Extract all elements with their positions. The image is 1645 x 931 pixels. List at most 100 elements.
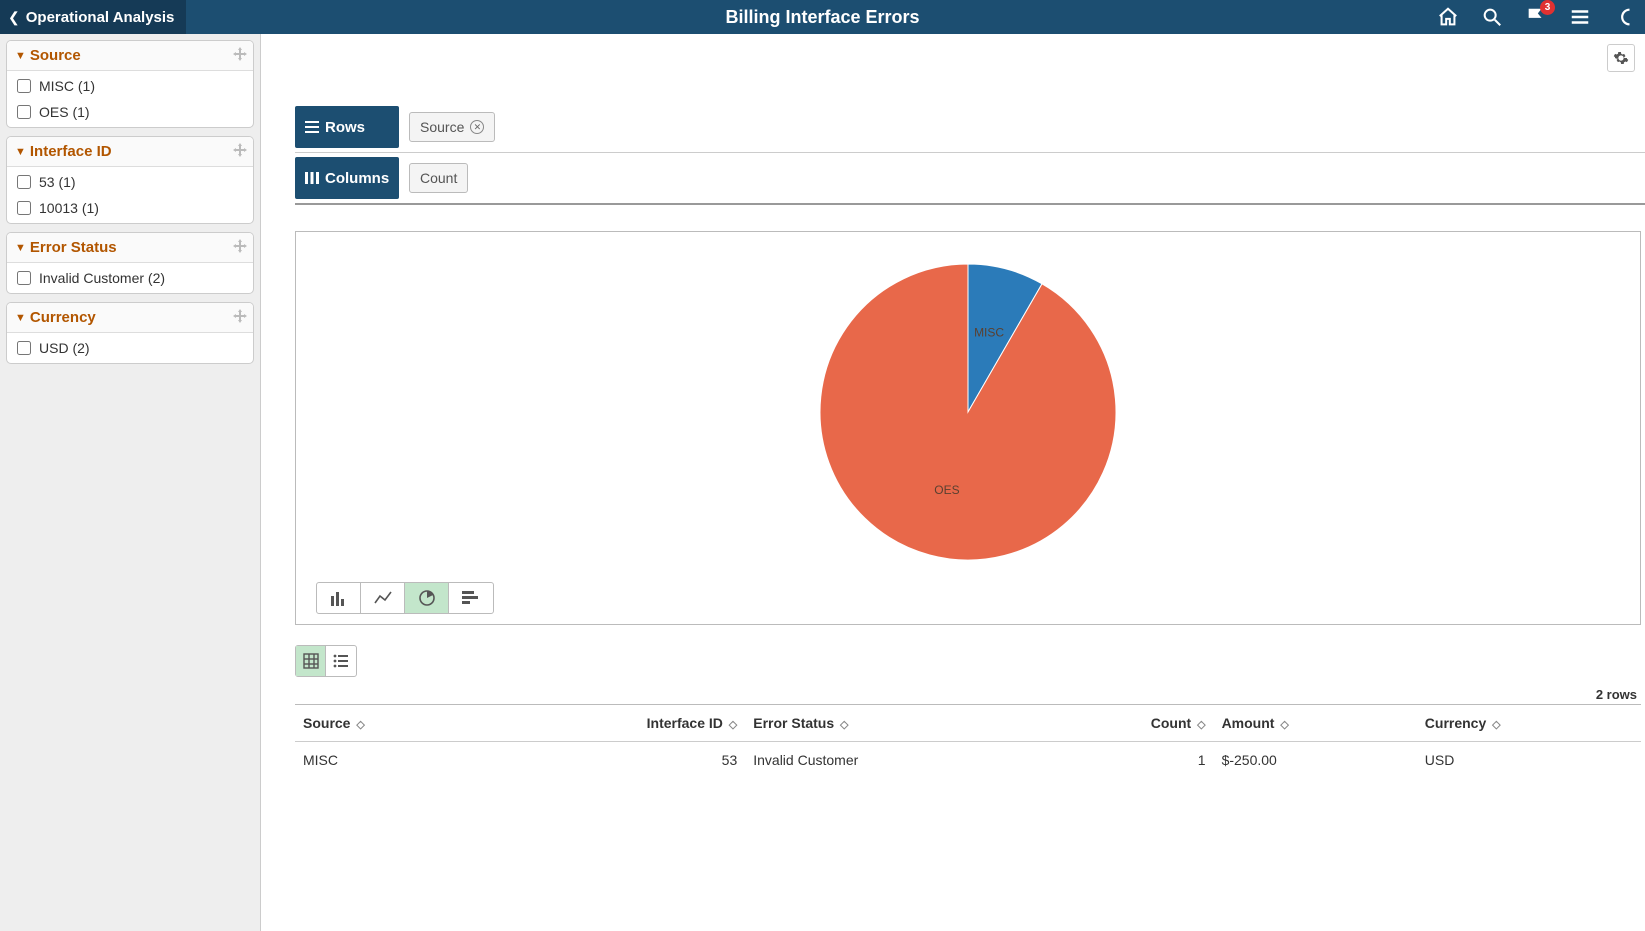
pivot-rows-line: Rows Source✕ — [295, 102, 1645, 152]
facet-body: USD (2) — [7, 333, 253, 363]
facet-header[interactable]: ▼ Currency — [7, 303, 253, 333]
pie-slice-oes[interactable] — [820, 264, 1116, 560]
col-label: Interface ID — [647, 715, 723, 731]
table-cell: MISC — [295, 742, 485, 779]
col-header-count[interactable]: Count ◇ — [1041, 705, 1214, 742]
caret-down-icon: ▼ — [15, 50, 26, 62]
pivot-chip-count[interactable]: Count — [409, 163, 468, 193]
col-label: Count — [1151, 715, 1191, 731]
table-cell: USD — [1417, 742, 1641, 779]
facet-title: Source — [30, 47, 81, 64]
pie-label-oes: OES — [934, 483, 959, 497]
table-row[interactable]: MISC53Invalid Customer1$-250.00USD — [295, 742, 1641, 779]
move-handle-icon[interactable] — [233, 143, 247, 157]
facet-item[interactable]: Invalid Customer (2) — [7, 265, 253, 291]
facet-item-label: Invalid Customer (2) — [39, 270, 165, 286]
move-handle-icon[interactable] — [233, 239, 247, 253]
facet-checkbox[interactable] — [17, 175, 31, 189]
facet-item[interactable]: OES (1) — [7, 99, 253, 125]
facet-body: 53 (1) 10013 (1) — [7, 167, 253, 223]
caret-down-icon: ▼ — [15, 312, 26, 324]
facet-checkbox[interactable] — [17, 341, 31, 355]
col-label: Source — [303, 715, 350, 731]
main-content: Rows Source✕ Columns Count MISCOES — [261, 34, 1645, 931]
overflow-icon[interactable] — [1611, 4, 1637, 30]
results-table: Source ◇Interface ID ◇Error Status ◇Coun… — [295, 704, 1641, 778]
back-label: Operational Analysis — [26, 9, 175, 26]
settings-gear-icon[interactable] — [1607, 44, 1635, 72]
sort-icon: ◇ — [356, 719, 364, 731]
pivot-chip-source[interactable]: Source✕ — [409, 112, 495, 142]
facet-checkbox[interactable] — [17, 201, 31, 215]
sort-icon: ◇ — [1492, 719, 1500, 731]
grid-view-icon[interactable] — [296, 646, 326, 676]
sort-icon: ◇ — [1280, 719, 1288, 731]
col-header-error-status[interactable]: Error Status ◇ — [745, 705, 1041, 742]
pivot-config: Rows Source✕ Columns Count — [295, 102, 1645, 205]
pivot-columns-line: Columns Count — [295, 152, 1645, 203]
home-icon[interactable] — [1435, 4, 1461, 30]
chart-container: MISC OES — [295, 231, 1641, 625]
notification-badge: 3 — [1540, 0, 1555, 15]
facet-item-label: OES (1) — [39, 104, 90, 120]
pivot-columns-label[interactable]: Columns — [295, 157, 399, 199]
chart-type-toolbar — [316, 582, 494, 614]
notification-flag-icon[interactable]: 3 — [1523, 4, 1549, 30]
facet-checkbox[interactable] — [17, 271, 31, 285]
facet-header[interactable]: ▼ Interface ID — [7, 137, 253, 167]
facet-title: Currency — [30, 309, 96, 326]
facet-item[interactable]: 10013 (1) — [7, 195, 253, 221]
facet-item-label: 10013 (1) — [39, 200, 99, 216]
col-label: Amount — [1222, 715, 1275, 731]
facet-header[interactable]: ▼ Source — [7, 41, 253, 71]
view-toggle — [295, 645, 357, 677]
pivot-rows-label[interactable]: Rows — [295, 106, 399, 148]
caret-down-icon: ▼ — [15, 146, 26, 158]
caret-down-icon: ▼ — [15, 242, 26, 254]
table-header-row: Source ◇Interface ID ◇Error Status ◇Coun… — [295, 705, 1641, 742]
bar-chart-icon[interactable] — [317, 583, 361, 613]
table-body: MISC53Invalid Customer1$-250.00USD — [295, 742, 1641, 779]
list-view-icon[interactable] — [326, 646, 356, 676]
pivot-columns-text: Columns — [325, 170, 389, 187]
hbar-chart-icon[interactable] — [449, 583, 493, 613]
table-cell: 53 — [485, 742, 745, 779]
col-header-amount[interactable]: Amount ◇ — [1214, 705, 1417, 742]
table-cell: $-250.00 — [1214, 742, 1417, 779]
chip-remove-icon[interactable]: ✕ — [470, 120, 484, 134]
col-header-currency[interactable]: Currency ◇ — [1417, 705, 1641, 742]
top-navbar: ❮ Operational Analysis Billing Interface… — [0, 0, 1645, 34]
facet-title: Interface ID — [30, 143, 112, 160]
top-icon-bar: 3 — [1435, 0, 1645, 34]
line-chart-icon[interactable] — [361, 583, 405, 613]
col-header-source[interactable]: Source ◇ — [295, 705, 485, 742]
pivot-col-chips: Count — [409, 163, 468, 193]
facet-item[interactable]: USD (2) — [7, 335, 253, 361]
facet-checkbox[interactable] — [17, 105, 31, 119]
facet-item[interactable]: 53 (1) — [7, 169, 253, 195]
facet-title: Error Status — [30, 239, 117, 256]
facet-body: Invalid Customer (2) — [7, 263, 253, 293]
row-count-label: 2 rows — [261, 687, 1637, 702]
facet-item[interactable]: MISC (1) — [7, 73, 253, 99]
chip-label: Count — [420, 170, 457, 186]
facet-source: ▼ Source MISC (1) OES (1) — [6, 40, 254, 128]
col-label: Error Status — [753, 715, 834, 731]
table-cell: Invalid Customer — [745, 742, 1041, 779]
facet-sidebar: ▼ Source MISC (1) OES (1) ▼ Interface ID 53 (1… — [0, 34, 261, 931]
move-handle-icon[interactable] — [233, 47, 247, 61]
col-header-interface-id[interactable]: Interface ID ◇ — [485, 705, 745, 742]
pie-label-misc: MISC — [974, 326, 1004, 340]
facet-checkbox[interactable] — [17, 79, 31, 93]
search-icon[interactable] — [1479, 4, 1505, 30]
pivot-rows-text: Rows — [325, 119, 365, 136]
menu-icon[interactable] — [1567, 4, 1593, 30]
facet-currency: ▼ Currency USD (2) — [6, 302, 254, 364]
facet-header[interactable]: ▼ Error Status — [7, 233, 253, 263]
back-button[interactable]: ❮ Operational Analysis — [0, 0, 186, 34]
move-handle-icon[interactable] — [233, 309, 247, 323]
facet-item-label: MISC (1) — [39, 78, 95, 94]
pie-chart-icon[interactable] — [405, 583, 449, 613]
table-cell: 1 — [1041, 742, 1214, 779]
sort-icon: ◇ — [729, 719, 737, 731]
